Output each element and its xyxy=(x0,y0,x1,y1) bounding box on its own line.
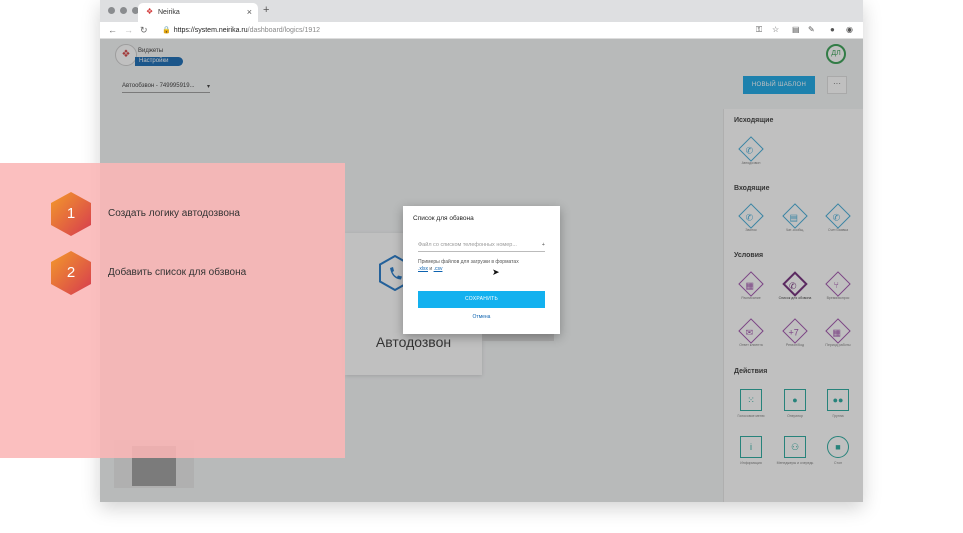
url-host: https://system.neirika.ru xyxy=(173,27,248,34)
file-field-placeholder: Файл со списком телефонных номер... xyxy=(418,242,517,248)
upload-hint: Примеры файлов для загрузки в форматах .… xyxy=(418,259,548,273)
tutorial-step-1: 1 Создать логику автодозвона xyxy=(50,191,240,237)
xlsx-example-link[interactable]: .xlsx xyxy=(418,266,428,272)
dialog-title: Список для обзвона xyxy=(413,215,474,222)
step-number: 2 xyxy=(66,264,76,281)
pen-icon[interactable]: ✎ xyxy=(808,25,815,34)
tutorial-step-2: 2 Добавить список для обзвона xyxy=(50,250,246,296)
key-icon[interactable]: ⚿ xyxy=(756,25,762,35)
file-upload-field[interactable]: Файл со списком телефонных номер... + xyxy=(418,242,545,252)
url-path: /dashboard/logics/1912 xyxy=(247,27,321,34)
close-window-button[interactable] xyxy=(108,7,115,14)
tutorial-overlay: 1 Создать логику автодозвона 2 Добавить … xyxy=(0,163,345,458)
step-hexagon-icon: 1 xyxy=(50,191,92,237)
close-tab-icon[interactable]: × xyxy=(247,7,252,17)
extension-shield-icon[interactable]: ◉ xyxy=(846,25,853,34)
csv-example-link[interactable]: .csv xyxy=(434,266,443,272)
star-icon[interactable]: ☆ xyxy=(772,25,779,34)
tab-title: Neirika xyxy=(158,9,180,16)
hint-and: и xyxy=(429,266,433,272)
back-arrow-icon[interactable]: ← xyxy=(108,25,117,35)
step-hexagon-icon: 2 xyxy=(50,250,92,296)
profile-icon[interactable]: ● xyxy=(830,25,835,34)
add-file-icon[interactable]: + xyxy=(542,242,545,248)
cancel-link[interactable]: Отмена xyxy=(403,314,560,320)
step-text: Создать логику автодозвона xyxy=(108,208,240,219)
neirika-favicon-icon: ❖ xyxy=(146,7,154,16)
window-controls xyxy=(108,7,139,14)
url-field[interactable]: 🔒 https://system.neirika.ru/dashboard/log… xyxy=(162,25,742,37)
minimize-window-button[interactable] xyxy=(120,7,127,14)
save-button[interactable]: СОХРАНИТЬ xyxy=(418,291,545,308)
reload-icon[interactable]: ↻ xyxy=(140,25,148,36)
mouse-cursor-icon: ➤ xyxy=(492,267,500,277)
step-number: 1 xyxy=(66,205,76,222)
hint-text: Примеры файлов для загрузки в форматах xyxy=(418,259,519,265)
browser-tab[interactable]: ❖ Neirika × xyxy=(138,3,258,22)
stage: ❖ Neirika × + ← → ↻ 🔒 https://system.neir… xyxy=(0,0,963,533)
tab-bar: ❖ Neirika × + xyxy=(100,0,863,22)
extension-icon[interactable]: ▤ xyxy=(792,25,800,34)
new-tab-button[interactable]: + xyxy=(263,4,269,16)
step-text: Добавить список для обзвона xyxy=(108,267,247,278)
address-bar: ← → ↻ 🔒 https://system.neirika.ru/dashboa… xyxy=(100,22,863,39)
forward-arrow-icon[interactable]: → xyxy=(124,25,133,35)
call-list-dialog: Список для обзвона Файл со списком телеф… xyxy=(403,206,560,334)
lock-icon: 🔒 xyxy=(162,27,171,34)
